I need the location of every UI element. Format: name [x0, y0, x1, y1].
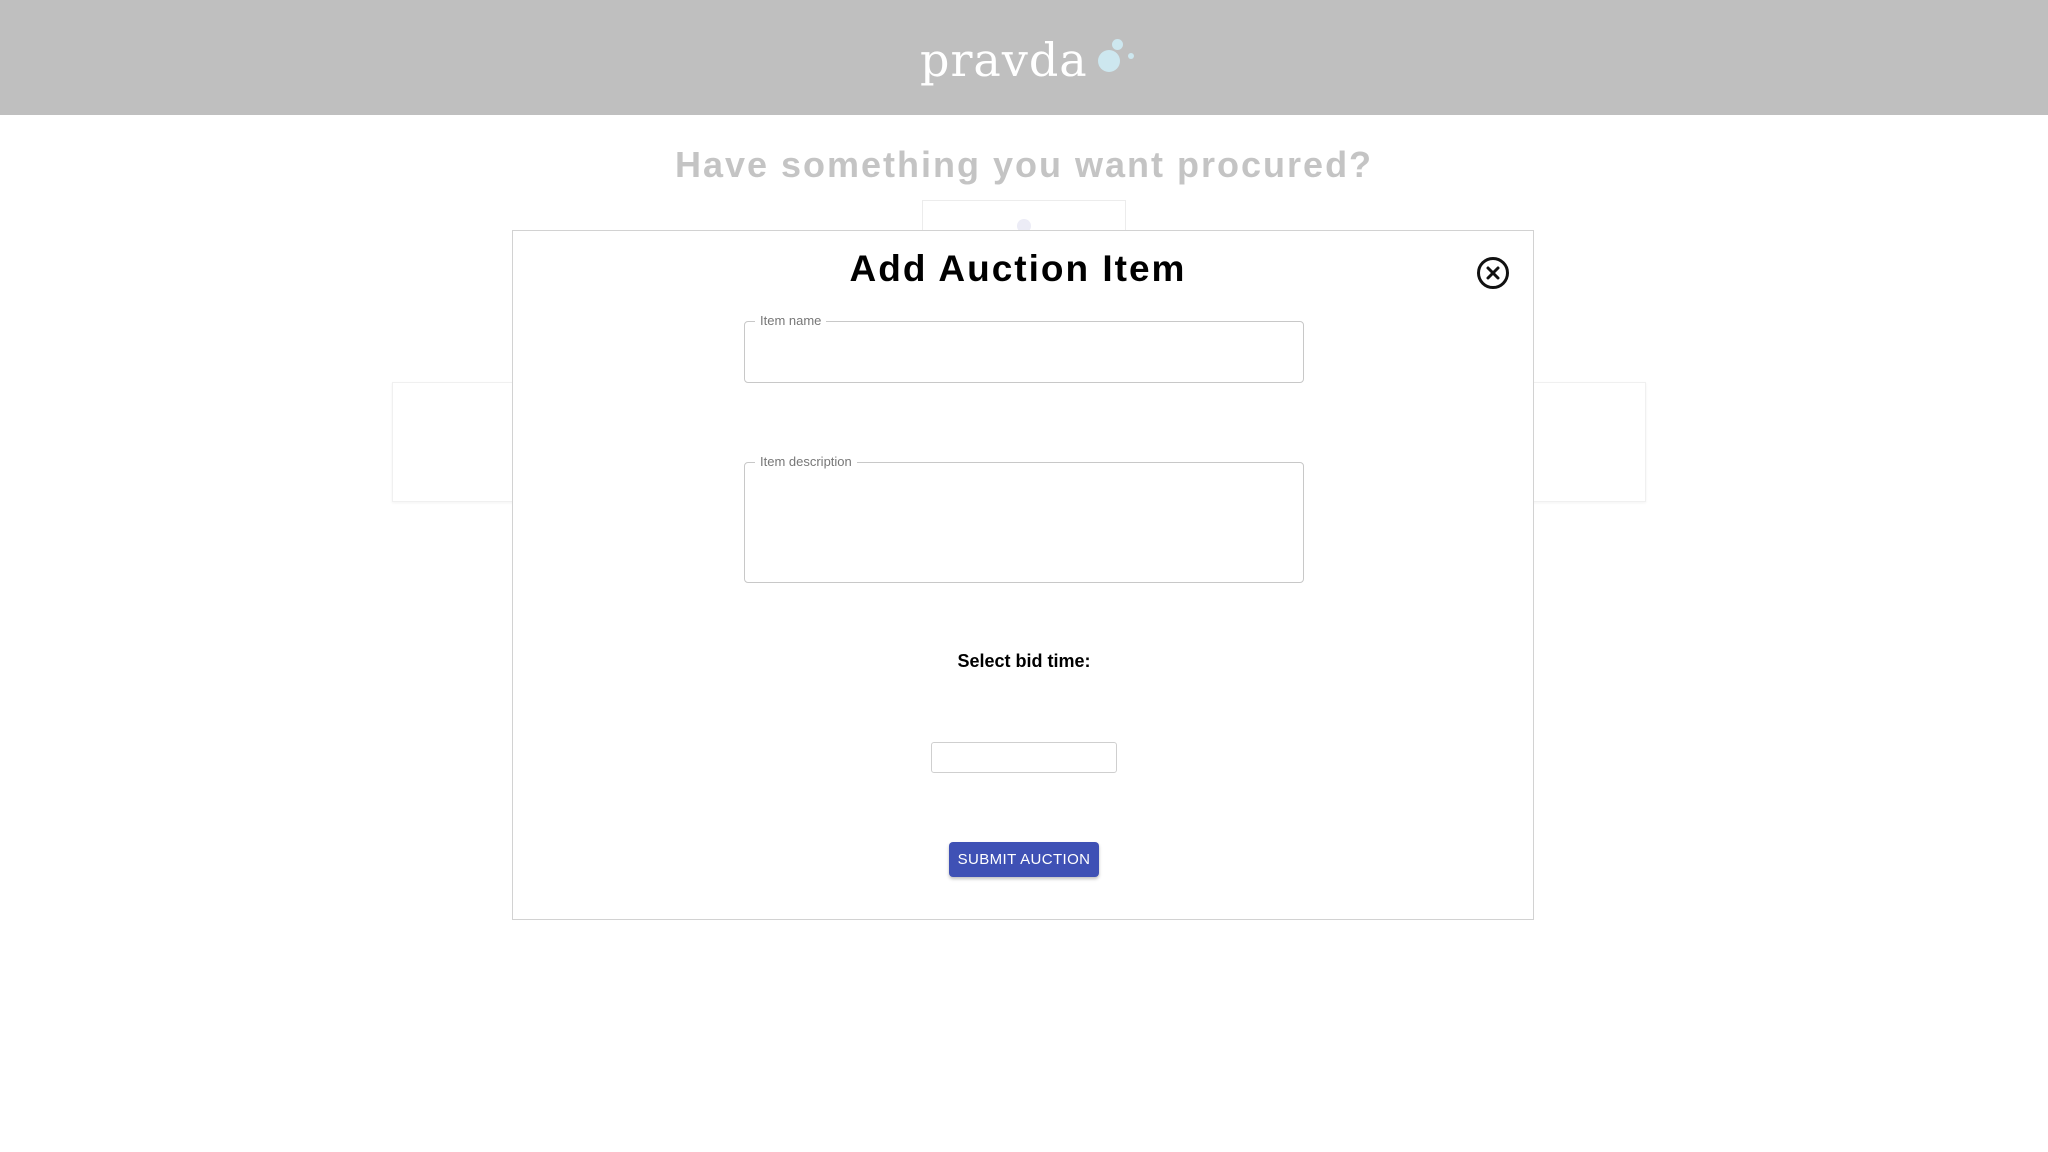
logo-dots-icon — [1094, 30, 1138, 90]
modal-title: Add Auction Item — [849, 248, 1187, 289]
page-heading: Have something you want procured? — [674, 144, 1374, 185]
page: pravda Have something you want procured?… — [0, 0, 2048, 1152]
item-description-field: Item description — [744, 454, 1304, 583]
submit-auction-button[interactable]: SUBMIT AUCTION — [949, 842, 1099, 877]
logo-dot-small — [1127, 53, 1134, 59]
item-name-field: Item name — [744, 313, 1304, 383]
logo-dot-medium — [1111, 39, 1123, 50]
item-description-input[interactable] — [745, 463, 1303, 582]
item-name-input[interactable] — [745, 322, 1303, 382]
close-button[interactable] — [1476, 256, 1510, 290]
logo-dot-large — [1097, 50, 1120, 72]
bid-time-label: Select bid time: — [957, 651, 1091, 671]
top-header: pravda — [0, 0, 2048, 115]
pravda-logo[interactable]: pravda — [920, 30, 1138, 90]
close-circle-icon — [1477, 257, 1509, 289]
logo-text: pravda — [920, 33, 1088, 87]
bid-time-input[interactable] — [931, 742, 1117, 773]
